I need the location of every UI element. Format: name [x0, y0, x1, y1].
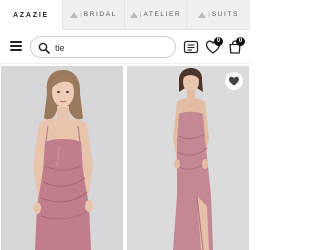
atelier-logo-icon	[129, 11, 138, 18]
search-value: tie	[55, 43, 65, 53]
search-input[interactable]: tie	[30, 36, 176, 58]
top-nav: AZAZIE | BRIDAL | ATELIER | SUITS	[0, 0, 250, 30]
tab-atelier[interactable]: | ATELIER	[124, 0, 186, 30]
tab-suits[interactable]: | SUITS	[186, 0, 250, 30]
tab-bridal[interactable]: | BRIDAL	[62, 0, 124, 30]
camera-search-icon[interactable]	[183, 39, 199, 55]
tab-label: ATELIER	[143, 11, 182, 18]
suits-logo-icon	[198, 11, 207, 18]
hamburger-menu-icon[interactable]	[10, 40, 22, 51]
product-card[interactable]	[127, 66, 249, 250]
brand-tab-azazie[interactable]: AZAZIE	[0, 0, 62, 30]
tab-label: BRIDAL	[83, 11, 117, 18]
bridal-logo-icon	[70, 11, 79, 18]
product-card[interactable]	[1, 66, 123, 250]
product-image-model-pink-gown[interactable]	[127, 66, 249, 250]
add-to-wishlist-button[interactable]	[225, 72, 243, 90]
header-bar: tie 0 0	[0, 30, 250, 64]
cart-count-badge: 0	[236, 37, 245, 46]
search-icon	[38, 42, 50, 54]
tab-label: SUITS	[211, 11, 239, 18]
heart-icon	[229, 76, 239, 86]
tab-separator: |	[80, 11, 82, 18]
product-image-model-pink-dress[interactable]	[1, 66, 123, 250]
wishlist-count-badge: 0	[214, 37, 223, 46]
product-grid	[0, 64, 250, 250]
tab-separator: |	[139, 11, 142, 18]
brand-logo: AZAZIE	[12, 11, 50, 19]
tab-separator: |	[208, 11, 210, 18]
